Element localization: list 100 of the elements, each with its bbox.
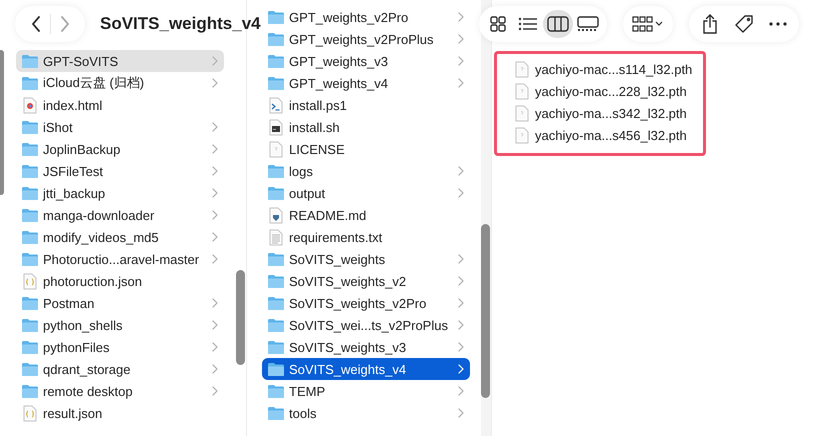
- file-name: qdrant_storage: [43, 362, 132, 376]
- folder-item[interactable]: GPT_weights_v4: [262, 72, 470, 94]
- file-item[interactable]: result.json: [16, 402, 224, 424]
- chevron-icon: [212, 364, 218, 374]
- chevron-icon: [458, 34, 464, 44]
- folder-item[interactable]: iShot: [16, 116, 224, 138]
- json-file-icon: [21, 272, 39, 290]
- folder-item[interactable]: SoVITS_weights_v2: [262, 270, 470, 292]
- document-icon: [267, 140, 285, 158]
- folder-item[interactable]: TEMP: [262, 380, 470, 402]
- file-name: install.sh: [289, 120, 341, 134]
- scroll-thumb[interactable]: [0, 50, 4, 195]
- chevron-icon: [212, 188, 218, 198]
- folder-item[interactable]: JoplinBackup: [16, 138, 224, 160]
- scroll-thumb[interactable]: [236, 270, 245, 365]
- file-name: GPT-SoVITS: [43, 54, 120, 68]
- folder-item[interactable]: remote desktop: [16, 380, 224, 402]
- file-name: SoVITS_weights_v4: [289, 362, 408, 376]
- file-name: yachiyo-ma...s342_l32.pth: [535, 106, 688, 120]
- file-item[interactable]: install.sh: [262, 116, 470, 138]
- terminal-file-icon: [267, 96, 285, 114]
- folder-item[interactable]: Photoructio...aravel-master: [16, 248, 224, 270]
- file-item[interactable]: LICENSE: [262, 138, 470, 160]
- file-item[interactable]: index.html: [16, 94, 224, 116]
- file-item[interactable]: yachiyo-mac...s114_l32.pth: [497, 58, 703, 80]
- group-icon: [632, 16, 664, 32]
- file-name: pythonFiles: [43, 340, 110, 354]
- file-name: SoVITS_weights_v2Pro: [289, 296, 428, 310]
- folder-item[interactable]: iCloud云盘 (归档): [16, 72, 224, 94]
- folder-item[interactable]: jtti_backup: [16, 182, 224, 204]
- column-view-button[interactable]: [543, 10, 573, 38]
- folder-item[interactable]: SoVITS_weights_v4: [262, 358, 470, 380]
- folder-icon: [267, 338, 285, 356]
- chevron-icon: [458, 166, 464, 176]
- file-name: yachiyo-mac...s114_l32.pth: [535, 62, 694, 76]
- folder-item[interactable]: SoVITS_wei...ts_v2ProPlus: [262, 314, 470, 336]
- file-item[interactable]: photoruction.json: [16, 270, 224, 292]
- file-name: SoVITS_weights_v2: [289, 274, 408, 288]
- folder-item[interactable]: modify_videos_md5: [16, 226, 224, 248]
- forward-chevron-icon: [60, 16, 70, 32]
- folder-icon: [267, 250, 285, 268]
- document-icon: [513, 82, 531, 100]
- folder-icon: [267, 404, 285, 422]
- file-name: README.md: [289, 208, 368, 222]
- folder-item[interactable]: tools: [262, 402, 470, 424]
- folder-icon: [21, 162, 39, 180]
- folder-icon: [21, 206, 39, 224]
- grid-icon: [489, 15, 507, 33]
- chevron-icon: [458, 364, 464, 374]
- document-icon: [513, 60, 531, 78]
- folder-item[interactable]: SoVITS_weights_v2Pro: [262, 292, 470, 314]
- folder-item[interactable]: manga-downloader: [16, 204, 224, 226]
- file-name: modify_videos_md5: [43, 230, 160, 244]
- chevron-icon: [212, 56, 218, 66]
- folder-icon: [21, 74, 39, 92]
- folder-icon: [267, 294, 285, 312]
- chevron-icon: [458, 298, 464, 308]
- chevron-icon: [212, 232, 218, 242]
- folder-item[interactable]: Postman: [16, 292, 224, 314]
- folder-item[interactable]: GPT_weights_v2ProPlus: [262, 28, 470, 50]
- folder-icon: [267, 360, 285, 378]
- file-name: yachiyo-mac...228_l32.pth: [535, 84, 688, 98]
- file-name: GPT_weights_v2Pro: [289, 10, 410, 24]
- folder-item[interactable]: logs: [262, 160, 470, 182]
- file-item[interactable]: yachiyo-ma...s342_l32.pth: [497, 102, 703, 124]
- chevron-icon: [212, 210, 218, 220]
- folder-item[interactable]: SoVITS_weights_v3: [262, 336, 470, 358]
- file-item[interactable]: yachiyo-ma...s456_l32.pth: [497, 124, 703, 146]
- file-item[interactable]: README.md: [262, 204, 470, 226]
- file-name: remote desktop: [43, 384, 134, 398]
- chevron-icon: [212, 166, 218, 176]
- folder-item[interactable]: pythonFiles: [16, 336, 224, 358]
- folder-item[interactable]: SoVITS_weights: [262, 248, 470, 270]
- file-name: python_shells: [43, 318, 124, 332]
- file-item[interactable]: install.ps1: [262, 94, 470, 116]
- folder-icon: [21, 52, 39, 70]
- folder-item[interactable]: output: [262, 182, 470, 204]
- folder-item[interactable]: GPT_weights_v3: [262, 50, 470, 72]
- folder-icon: [267, 162, 285, 180]
- folder-item[interactable]: python_shells: [16, 314, 224, 336]
- folder-icon: [267, 184, 285, 202]
- file-name: result.json: [43, 406, 104, 420]
- folder-icon: [267, 316, 285, 334]
- json-file-icon: [21, 404, 39, 422]
- folder-icon: [267, 30, 285, 48]
- file-name: SoVITS_wei...ts_v2ProPlus: [289, 318, 449, 332]
- file-name: LICENSE: [289, 142, 346, 156]
- chevron-icon: [212, 122, 218, 132]
- file-item[interactable]: requirements.txt: [262, 226, 470, 248]
- folder-item[interactable]: JSFileTest: [16, 160, 224, 182]
- file-name: requirements.txt: [289, 230, 384, 244]
- file-name: photoruction.json: [43, 274, 144, 288]
- folder-icon: [21, 338, 39, 356]
- file-name: install.ps1: [289, 98, 348, 112]
- folder-item[interactable]: qdrant_storage: [16, 358, 224, 380]
- file-item[interactable]: yachiyo-mac...228_l32.pth: [497, 80, 703, 102]
- scroll-thumb[interactable]: [481, 224, 490, 398]
- chevron-icon: [212, 342, 218, 352]
- folder-item[interactable]: GPT_weights_v2Pro: [262, 6, 470, 28]
- file-name: SoVITS_weights_v3: [289, 340, 408, 354]
